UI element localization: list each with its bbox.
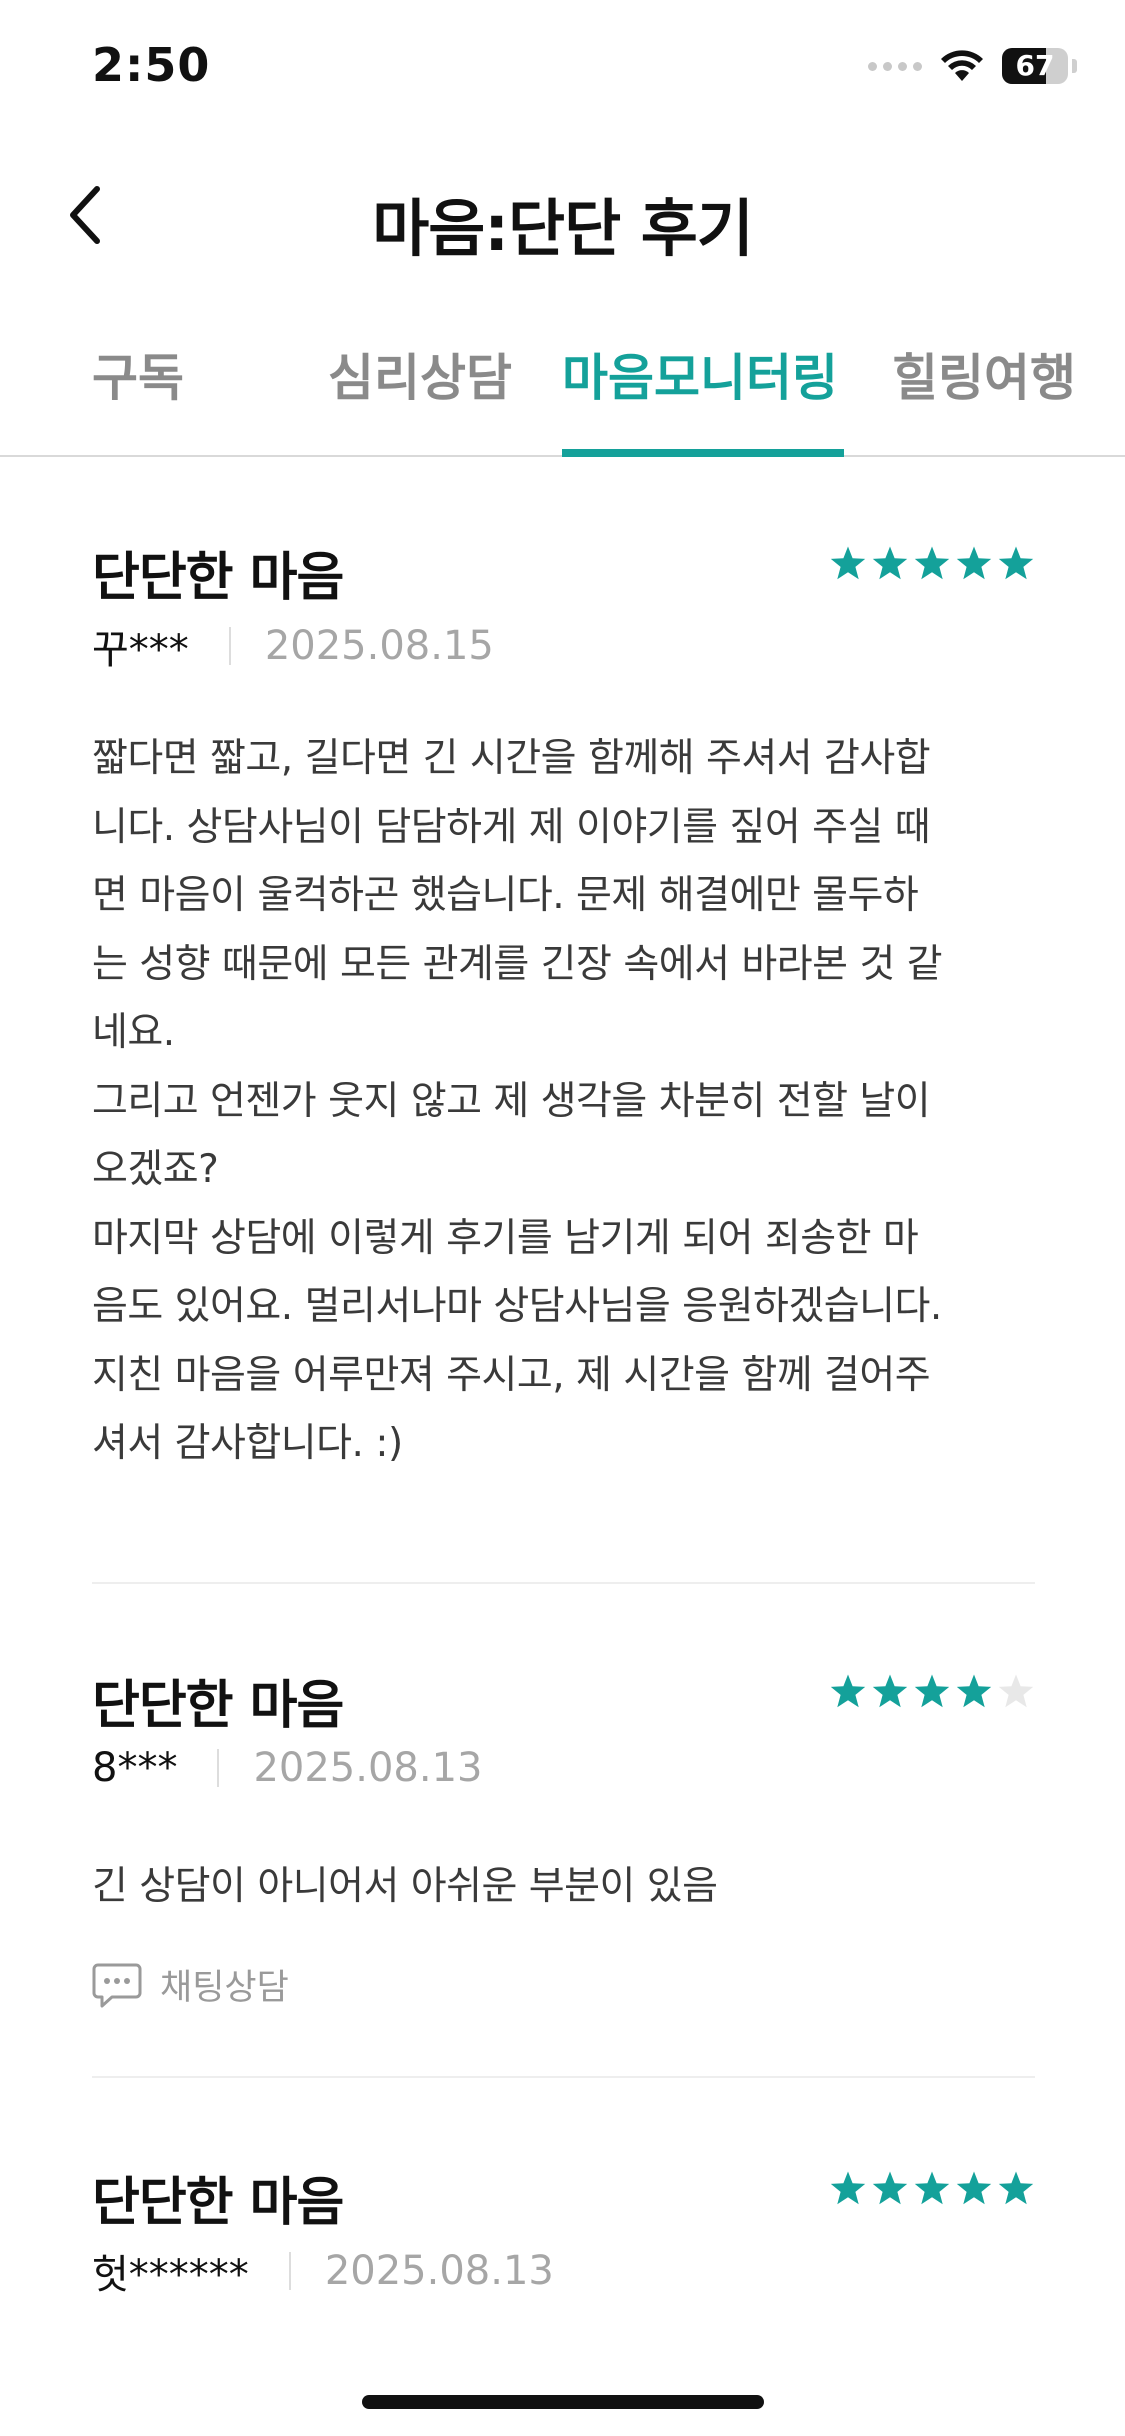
review-date: 2025.08.13 bbox=[324, 2248, 554, 2294]
review-divider bbox=[92, 1582, 1035, 1584]
review-item: 단단한 마음 헛****** 2025.08.13 bbox=[92, 2160, 1035, 2340]
review-meta: 헛****** 2025.08.13 bbox=[92, 2242, 554, 2300]
review-author: 헛****** bbox=[92, 2252, 249, 2298]
review-date: 2025.08.13 bbox=[253, 1745, 483, 1791]
meta-separator bbox=[228, 627, 231, 665]
status-bar: 2:50 67 bbox=[0, 0, 1125, 140]
star-filled-icon bbox=[956, 1674, 992, 1708]
star-filled-icon bbox=[914, 1674, 950, 1708]
star-rating bbox=[829, 1673, 1035, 1711]
battery-icon: 67 bbox=[1002, 48, 1068, 84]
star-filled-icon bbox=[830, 1674, 866, 1708]
tab-bar: 구독 심리상담 마음모니터링 힐링여행 bbox=[0, 320, 1125, 457]
tab-counseling[interactable]: 심리상담 bbox=[328, 338, 512, 410]
review-title: 단단한 마음 bbox=[92, 548, 344, 608]
status-time: 2:50 bbox=[92, 38, 211, 92]
star-filled-icon bbox=[872, 1674, 908, 1708]
meta-separator bbox=[288, 2252, 291, 2290]
review-author: 꾸*** bbox=[92, 627, 189, 673]
chat-bubble-icon bbox=[92, 1963, 142, 2007]
review-body: 짧다면 짧고, 길다면 긴 시간을 함께해 주셔서 감사합 니다. 상담사님이 … bbox=[92, 736, 943, 1466]
review-item: 단단한 마음 8*** 2025.08.13 긴 상담이 아니어서 아쉬운 부분… bbox=[92, 1663, 1035, 2023]
page-title: 마음:단단 후기 bbox=[372, 192, 754, 265]
home-indicator bbox=[362, 2395, 764, 2409]
review-date: 2025.08.15 bbox=[264, 623, 494, 669]
meta-separator bbox=[217, 1749, 220, 1787]
star-empty-icon bbox=[998, 1674, 1034, 1708]
star-filled-icon bbox=[956, 546, 992, 580]
star-filled-icon bbox=[998, 2171, 1034, 2205]
review-title: 단단한 마음 bbox=[92, 1676, 344, 1736]
tab-mind-monitoring[interactable]: 마음모니터링 bbox=[562, 338, 838, 410]
tab-healing-travel[interactable]: 힐링여행 bbox=[892, 338, 1076, 410]
tab-subscription[interactable]: 구독 bbox=[92, 338, 184, 410]
review-meta: 8*** 2025.08.13 bbox=[92, 1745, 482, 1791]
star-filled-icon bbox=[872, 546, 908, 580]
review-title: 단단한 마음 bbox=[92, 2173, 344, 2233]
star-filled-icon bbox=[914, 2171, 950, 2205]
star-rating bbox=[829, 2170, 1035, 2208]
star-filled-icon bbox=[872, 2171, 908, 2205]
battery-tip bbox=[1072, 59, 1077, 73]
battery-level: 67 bbox=[1015, 49, 1055, 82]
review-type-label: 채팅상담 bbox=[160, 1968, 289, 2008]
cellular-signal-icon bbox=[868, 61, 922, 71]
header: 마음:단단 후기 bbox=[0, 150, 1125, 280]
star-filled-icon bbox=[830, 2171, 866, 2205]
star-rating bbox=[829, 545, 1035, 583]
review-body: 긴 상담이 아니어서 아쉬운 부분이 있음 bbox=[92, 1864, 718, 1909]
review-author: 8*** bbox=[92, 1745, 178, 1791]
wifi-icon bbox=[941, 50, 983, 81]
review-item: 단단한 마음 꾸*** 2025.08.15 짧다면 짧고, 길다면 긴 시간을… bbox=[92, 535, 1035, 1495]
star-filled-icon bbox=[914, 546, 950, 580]
status-icons: 67 bbox=[868, 48, 1077, 84]
review-type: 채팅상담 bbox=[92, 1959, 289, 2010]
star-filled-icon bbox=[998, 546, 1034, 580]
review-meta: 꾸*** 2025.08.15 bbox=[92, 617, 494, 675]
star-filled-icon bbox=[830, 546, 866, 580]
star-filled-icon bbox=[956, 2171, 992, 2205]
active-tab-indicator bbox=[562, 449, 844, 457]
review-divider bbox=[92, 2076, 1035, 2078]
